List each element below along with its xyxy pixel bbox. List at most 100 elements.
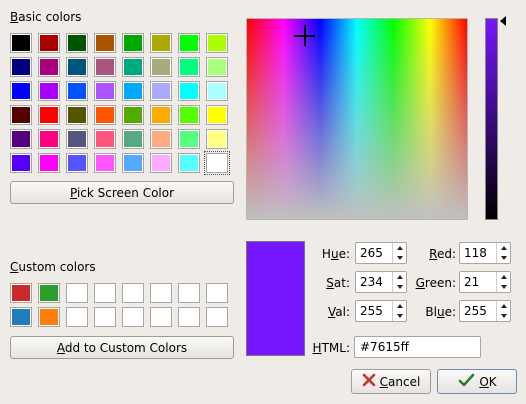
green-down-arrow-icon[interactable] bbox=[500, 285, 507, 289]
custom-color-swatch[interactable] bbox=[122, 283, 144, 303]
basic-color-swatch[interactable] bbox=[10, 105, 32, 125]
red-down-arrow-icon[interactable] bbox=[500, 256, 507, 260]
basic-color-swatch[interactable] bbox=[10, 33, 32, 53]
custom-color-swatch[interactable] bbox=[38, 283, 60, 303]
basic-color-swatch[interactable] bbox=[122, 105, 144, 125]
basic-color-swatch[interactable] bbox=[206, 33, 228, 53]
html-input[interactable]: #7615ff bbox=[354, 336, 481, 358]
green-value[interactable]: 21 bbox=[460, 275, 496, 289]
basic-color-swatch[interactable] bbox=[178, 105, 200, 125]
sat-spinbox[interactable]: 234 bbox=[355, 271, 407, 293]
basic-color-swatch[interactable] bbox=[10, 81, 32, 101]
value-slider-arrow-icon[interactable] bbox=[500, 16, 506, 26]
basic-color-swatch[interactable] bbox=[94, 105, 116, 125]
hue-spinbox[interactable]: 265 bbox=[355, 242, 407, 264]
hue-saturation-field[interactable] bbox=[246, 18, 468, 220]
custom-color-swatch[interactable] bbox=[94, 283, 116, 303]
basic-color-swatch[interactable] bbox=[122, 57, 144, 77]
val-up-arrow-icon[interactable] bbox=[396, 304, 403, 308]
basic-color-swatch[interactable] bbox=[150, 153, 172, 173]
pick-screen-color-label: Pick Screen Color bbox=[69, 185, 175, 200]
basic-color-swatch[interactable] bbox=[66, 33, 88, 53]
blue-up-arrow-icon[interactable] bbox=[500, 304, 507, 308]
green-spinbox[interactable]: 21 bbox=[459, 271, 511, 293]
val-down-arrow-icon[interactable] bbox=[396, 314, 403, 318]
basic-color-swatch[interactable] bbox=[178, 57, 200, 77]
basic-color-swatch[interactable] bbox=[206, 105, 228, 125]
val-spinbox[interactable]: 255 bbox=[355, 300, 407, 322]
basic-color-swatch[interactable] bbox=[38, 57, 60, 77]
pick-screen-color-button[interactable]: Pick Screen Color bbox=[10, 181, 234, 204]
custom-color-swatch[interactable] bbox=[38, 307, 60, 327]
custom-color-swatch[interactable] bbox=[66, 283, 88, 303]
basic-color-swatch[interactable] bbox=[94, 81, 116, 101]
basic-color-swatch[interactable] bbox=[66, 129, 88, 149]
basic-color-swatch[interactable] bbox=[178, 81, 200, 101]
hue-down-arrow-icon[interactable] bbox=[396, 256, 403, 260]
custom-color-swatch[interactable] bbox=[66, 307, 88, 327]
sat-up-arrow-icon[interactable] bbox=[396, 275, 403, 279]
blue-down-arrow-icon[interactable] bbox=[500, 314, 507, 318]
basic-color-swatch[interactable] bbox=[66, 153, 88, 173]
basic-color-swatch[interactable] bbox=[122, 33, 144, 53]
sat-down-arrow-icon[interactable] bbox=[396, 285, 403, 289]
sat-value[interactable]: 234 bbox=[356, 275, 392, 289]
html-value[interactable]: #7615ff bbox=[360, 340, 409, 354]
basic-color-swatch[interactable] bbox=[10, 153, 32, 173]
cancel-button[interactable]: Cancel bbox=[351, 369, 431, 394]
basic-colors-label: Basic colors bbox=[10, 10, 82, 24]
custom-color-swatch[interactable] bbox=[94, 307, 116, 327]
basic-color-swatch[interactable] bbox=[150, 81, 172, 101]
basic-color-swatch[interactable] bbox=[122, 81, 144, 101]
basic-color-swatch[interactable] bbox=[206, 129, 228, 149]
custom-color-swatch[interactable] bbox=[150, 283, 172, 303]
basic-color-swatch[interactable] bbox=[150, 129, 172, 149]
red-value[interactable]: 118 bbox=[460, 246, 496, 260]
basic-color-swatch[interactable] bbox=[94, 57, 116, 77]
blue-value[interactable]: 255 bbox=[460, 304, 496, 318]
hue-up-arrow-icon[interactable] bbox=[396, 246, 403, 250]
basic-color-swatch[interactable] bbox=[178, 153, 200, 173]
green-up-arrow-icon[interactable] bbox=[500, 275, 507, 279]
custom-color-swatch[interactable] bbox=[10, 283, 32, 303]
custom-color-swatch[interactable] bbox=[150, 307, 172, 327]
basic-color-swatch[interactable] bbox=[10, 129, 32, 149]
custom-color-swatch[interactable] bbox=[178, 283, 200, 303]
basic-color-swatch[interactable] bbox=[94, 129, 116, 149]
basic-color-swatch[interactable] bbox=[178, 33, 200, 53]
blue-spinbox[interactable]: 255 bbox=[459, 300, 511, 322]
ok-button[interactable]: OK bbox=[437, 369, 517, 394]
basic-color-swatch[interactable] bbox=[204, 151, 230, 175]
hue-value[interactable]: 265 bbox=[356, 246, 392, 260]
add-to-custom-colors-button[interactable]: Add to Custom Colors bbox=[10, 336, 234, 359]
basic-color-swatch[interactable] bbox=[66, 57, 88, 77]
basic-color-swatch[interactable] bbox=[94, 153, 116, 173]
crosshair-cursor-icon[interactable] bbox=[293, 24, 315, 46]
basic-color-swatch[interactable] bbox=[38, 33, 60, 53]
custom-color-swatch[interactable] bbox=[206, 307, 228, 327]
basic-color-swatch[interactable] bbox=[206, 57, 228, 77]
custom-color-swatch[interactable] bbox=[206, 283, 228, 303]
val-value[interactable]: 255 bbox=[356, 304, 392, 318]
custom-color-swatch[interactable] bbox=[122, 307, 144, 327]
basic-color-swatch[interactable] bbox=[38, 153, 60, 173]
custom-color-swatch[interactable] bbox=[10, 307, 32, 327]
basic-color-swatch[interactable] bbox=[66, 105, 88, 125]
basic-color-swatch[interactable] bbox=[38, 105, 60, 125]
red-up-arrow-icon[interactable] bbox=[500, 246, 507, 250]
basic-color-swatch[interactable] bbox=[150, 105, 172, 125]
basic-color-swatch[interactable] bbox=[38, 129, 60, 149]
red-spinbox[interactable]: 118 bbox=[459, 242, 511, 264]
basic-color-swatch[interactable] bbox=[150, 33, 172, 53]
basic-color-swatch[interactable] bbox=[150, 57, 172, 77]
basic-color-swatch[interactable] bbox=[122, 153, 144, 173]
basic-color-swatch[interactable] bbox=[94, 33, 116, 53]
basic-color-swatch[interactable] bbox=[178, 129, 200, 149]
basic-color-swatch[interactable] bbox=[122, 129, 144, 149]
basic-color-swatch[interactable] bbox=[38, 81, 60, 101]
basic-color-swatch[interactable] bbox=[206, 81, 228, 101]
basic-color-swatch[interactable] bbox=[66, 81, 88, 101]
value-slider-bar[interactable] bbox=[485, 18, 498, 220]
basic-color-swatch[interactable] bbox=[10, 57, 32, 77]
custom-color-swatch[interactable] bbox=[178, 307, 200, 327]
